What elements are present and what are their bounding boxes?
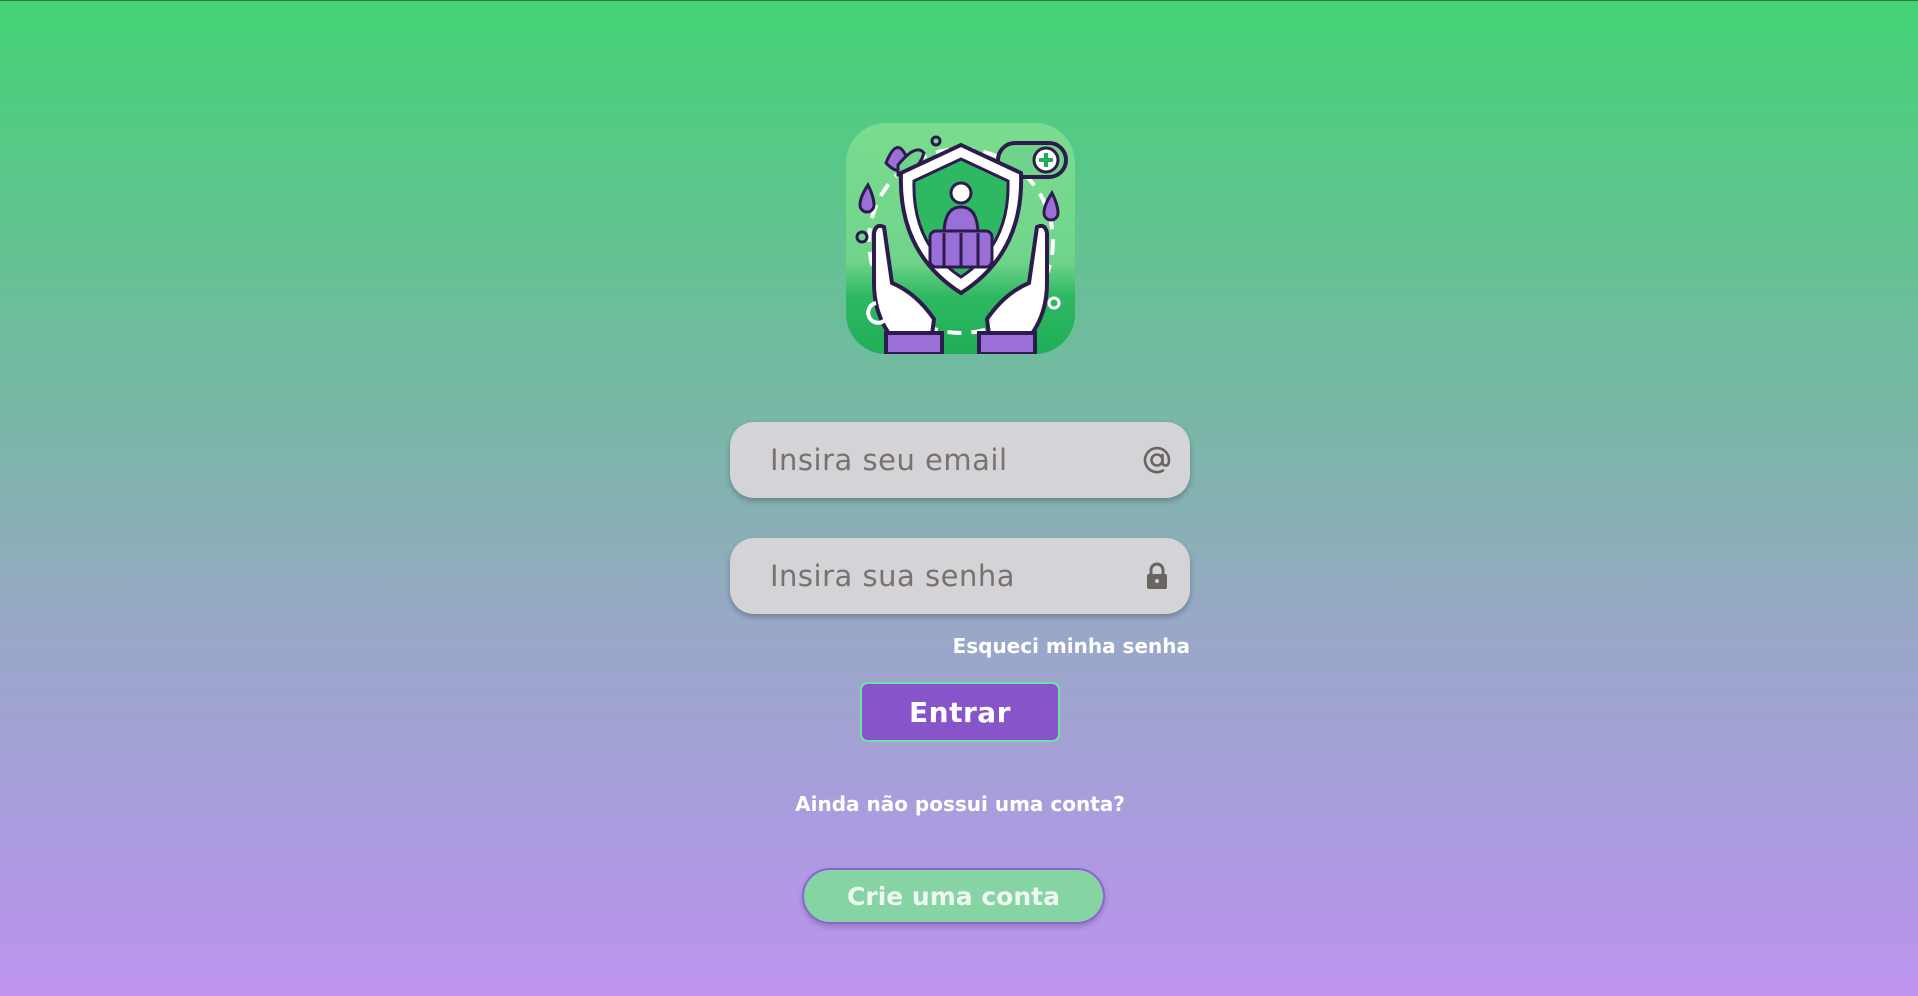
email-field[interactable] [730, 422, 1190, 498]
password-input[interactable] [768, 558, 1142, 594]
enter-button[interactable]: Entrar [860, 682, 1060, 742]
forgot-password-link[interactable]: Esqueci minha senha [930, 634, 1190, 658]
at-icon [1142, 445, 1172, 475]
email-input[interactable] [768, 442, 1142, 478]
no-account-text: Ainda não possui uma conta? [795, 792, 1125, 816]
app-logo [846, 123, 1075, 356]
password-field[interactable] [730, 538, 1190, 614]
create-account-button[interactable]: Crie uma conta [802, 868, 1105, 924]
lock-icon [1142, 561, 1172, 591]
